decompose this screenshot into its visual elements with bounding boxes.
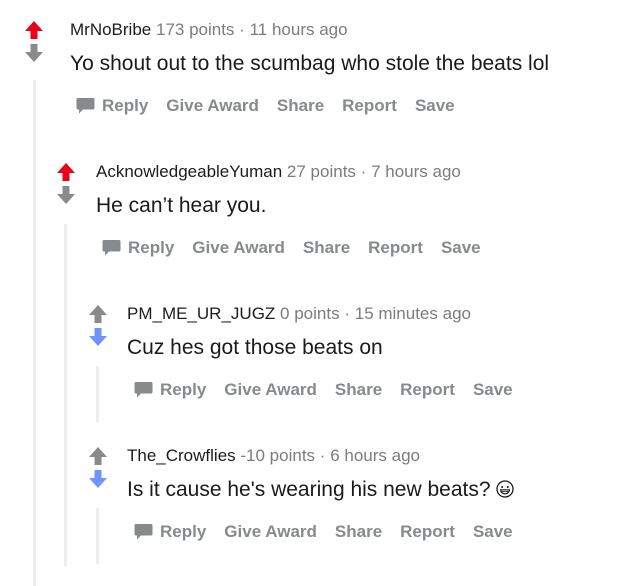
thread-line[interactable] — [96, 366, 99, 422]
author-link[interactable]: PM_ME_UR_JUGZ — [127, 304, 275, 323]
share-button[interactable]: Share — [335, 522, 382, 542]
comment-body: He can’t hear you. — [96, 194, 267, 217]
comment-meta: MrNoBribe 173 points · 11 hours ago — [70, 20, 348, 40]
save-button[interactable]: Save — [441, 238, 481, 258]
reply-button[interactable]: Reply — [134, 380, 206, 400]
reply-bubble-icon — [134, 524, 153, 540]
reply-button[interactable]: Reply — [76, 96, 148, 116]
downvote-icon[interactable] — [86, 327, 110, 349]
give-award-button[interactable]: Give Award — [224, 522, 317, 542]
separator: · — [319, 446, 326, 465]
upvote-icon[interactable] — [86, 304, 110, 326]
reply-bubble-icon — [76, 98, 95, 114]
thread-line[interactable] — [96, 508, 99, 564]
upvote-icon[interactable] — [86, 446, 110, 468]
timestamp[interactable]: 7 hours ago — [371, 162, 461, 181]
share-button[interactable]: Share — [303, 238, 350, 258]
save-button[interactable]: Save — [473, 380, 513, 400]
report-button[interactable]: Report — [368, 238, 423, 258]
vote-column — [54, 160, 78, 207]
vote-column — [86, 444, 110, 491]
give-award-button[interactable]: Give Award — [192, 238, 285, 258]
reply-bubble-icon — [134, 382, 153, 398]
reply-button[interactable]: Reply — [134, 522, 206, 542]
comment-body: Yo shout out to the scumbag who stole th… — [70, 52, 550, 75]
give-award-button[interactable]: Give Award — [166, 96, 259, 116]
author-link[interactable]: AcknowledgeableYuman — [96, 162, 282, 181]
report-button[interactable]: Report — [400, 380, 455, 400]
timestamp[interactable]: 15 minutes ago — [355, 304, 471, 323]
comment-body: Cuz hes got those beats on — [127, 336, 383, 359]
downvote-icon[interactable] — [54, 185, 78, 207]
separator: · — [239, 20, 245, 39]
save-button[interactable]: Save — [415, 96, 455, 116]
separator: · — [344, 304, 350, 323]
save-button[interactable]: Save — [473, 522, 513, 542]
grinning-face-icon — [495, 480, 514, 498]
points: 27 points — [286, 162, 356, 181]
comment-actions: Reply Give Award Share Report Save — [102, 238, 499, 258]
reply-bubble-icon — [102, 240, 121, 256]
timestamp[interactable]: 11 hours ago — [250, 20, 348, 39]
comment-body-text: Is it cause he's wearing his new beats? — [127, 478, 491, 501]
share-button[interactable]: Share — [335, 380, 382, 400]
vote-column — [22, 18, 46, 65]
report-button[interactable]: Report — [342, 96, 397, 116]
separator: · — [360, 162, 367, 181]
author-link[interactable]: The_Crowflies — [127, 446, 236, 465]
report-button[interactable]: Report — [400, 522, 455, 542]
share-button[interactable]: Share — [277, 96, 324, 116]
thread-line[interactable] — [64, 224, 67, 566]
comment-actions: Reply Give Award Share Report Save — [134, 522, 531, 542]
thread-line[interactable] — [33, 80, 36, 586]
comment-actions: Reply Give Award Share Report Save — [76, 96, 473, 116]
points: 173 points — [155, 20, 235, 39]
points: -10 points — [240, 446, 316, 465]
downvote-icon[interactable] — [86, 469, 110, 491]
comment-actions: Reply Give Award Share Report Save — [134, 380, 531, 400]
author-link[interactable]: MrNoBribe — [70, 20, 151, 39]
give-award-button[interactable]: Give Award — [224, 380, 317, 400]
reply-button[interactable]: Reply — [102, 238, 174, 258]
points: 0 points — [280, 304, 340, 323]
comment-meta: PM_ME_UR_JUGZ 0 points · 15 minutes ago — [127, 304, 471, 324]
upvote-icon[interactable] — [22, 20, 46, 42]
downvote-icon[interactable] — [22, 43, 46, 65]
timestamp[interactable]: 6 hours ago — [330, 446, 420, 465]
comment-body: Is it cause he's wearing his new beats? — [127, 478, 514, 502]
comment-meta: The_Crowflies -10 points · 6 hours ago — [127, 446, 420, 466]
vote-column — [86, 302, 110, 349]
upvote-icon[interactable] — [54, 162, 78, 184]
comment-meta: AcknowledgeableYuman 27 points · 7 hours… — [96, 162, 461, 182]
